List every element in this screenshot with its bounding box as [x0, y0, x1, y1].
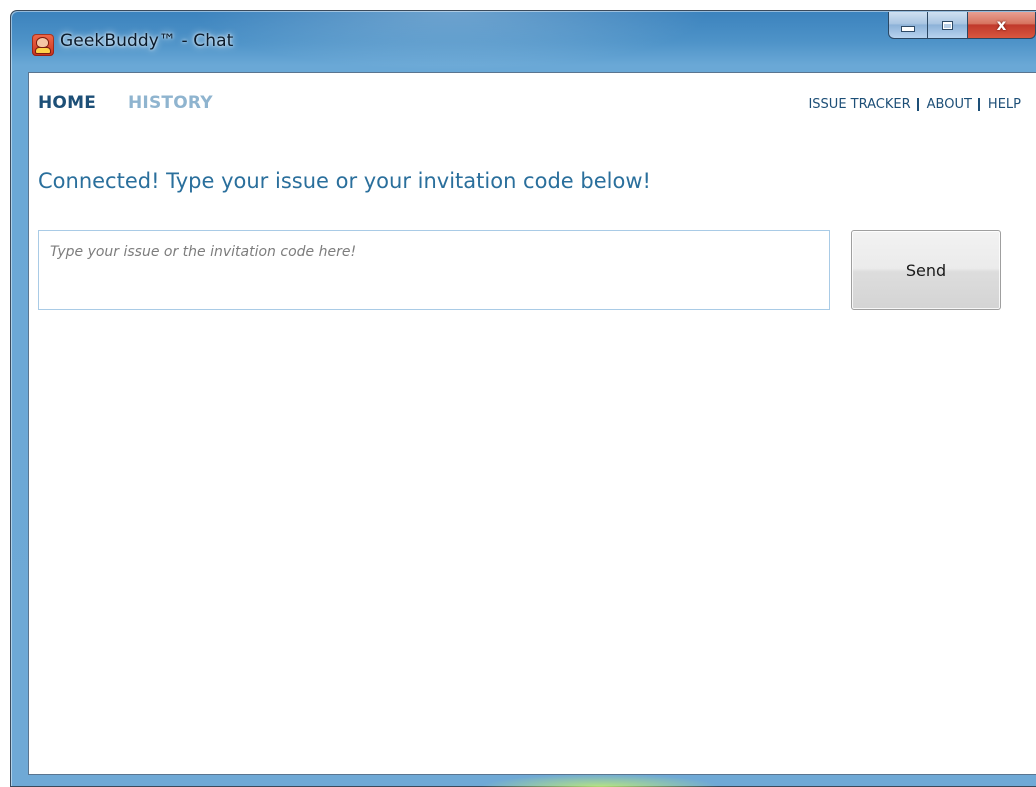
taskbar-glow: [480, 774, 720, 787]
close-button[interactable]: x: [968, 12, 1036, 39]
help-link[interactable]: HELP: [988, 97, 1021, 112]
minimize-button[interactable]: [888, 12, 928, 39]
window-title: GeekBuddy™ - Chat: [60, 31, 234, 51]
link-separator: [977, 98, 980, 111]
connection-status-heading: Connected! Type your issue or your invit…: [38, 169, 651, 193]
tab-history[interactable]: HISTORY: [128, 93, 213, 113]
close-icon: x: [996, 16, 1007, 34]
title-bar[interactable]: GeekBuddy™ - Chat x: [11, 11, 1036, 72]
about-link[interactable]: ABOUT: [927, 97, 972, 112]
caption-buttons: x: [888, 12, 1036, 39]
send-button[interactable]: Send: [851, 230, 1001, 310]
maximize-icon: [942, 20, 953, 30]
top-links: ISSUE TRACKER ABOUT HELP: [808, 97, 1021, 112]
tab-home[interactable]: HOME: [38, 93, 96, 113]
app-window: GeekBuddy™ - Chat x HOME HISTORY ISSUE T…: [10, 10, 1036, 787]
issue-input[interactable]: [38, 230, 830, 310]
link-separator: [916, 98, 919, 111]
minimize-icon: [901, 26, 915, 32]
maximize-button[interactable]: [928, 12, 968, 39]
app-icon[interactable]: [32, 34, 54, 56]
issue-tracker-link[interactable]: ISSUE TRACKER: [808, 97, 910, 112]
chat-panel: HOME HISTORY ISSUE TRACKER ABOUT HELP Co…: [28, 72, 1036, 775]
